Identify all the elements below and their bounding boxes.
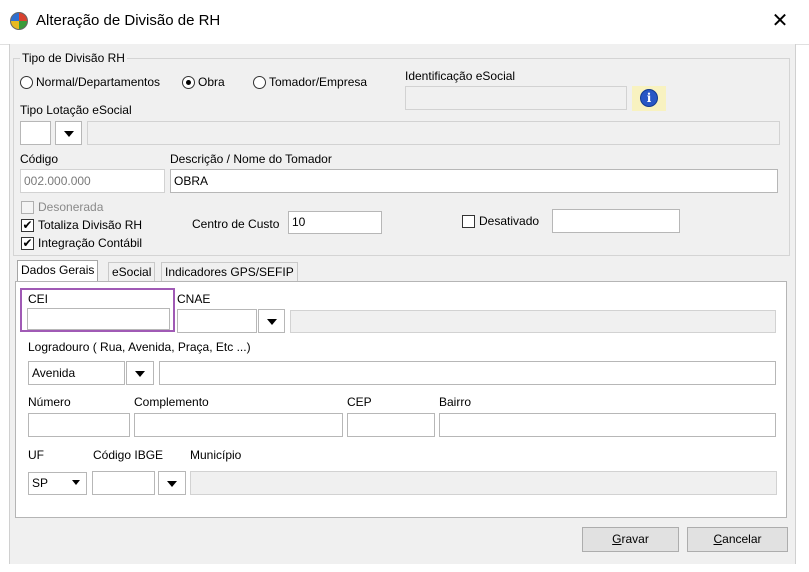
centro-custo-field[interactable]: 10: [288, 211, 382, 234]
info-icon: i: [640, 89, 658, 107]
radio-normal[interactable]: [20, 76, 33, 89]
cnae-description: [290, 310, 776, 333]
app-icon: [10, 12, 28, 30]
identificacao-field: [405, 86, 627, 110]
integracao-label[interactable]: Integração Contábil: [38, 236, 142, 250]
cnae-select[interactable]: [177, 309, 257, 333]
desativado-checkbox[interactable]: [462, 215, 475, 228]
ibge-label: Código IBGE: [93, 448, 164, 462]
municipio-field: [190, 471, 777, 495]
info-button[interactable]: i: [632, 86, 666, 111]
title-bar: Alteração de Divisão de RH ✕: [0, 0, 809, 45]
radio-obra[interactable]: [182, 76, 195, 89]
uf-label: UF: [28, 448, 44, 462]
integracao-checkbox[interactable]: ✔: [21, 237, 34, 250]
numero-label: Número: [28, 395, 71, 409]
municipio-label: Município: [190, 448, 242, 462]
cancelar-label: Cancelar: [713, 532, 762, 546]
bairro-label: Bairro: [439, 395, 472, 409]
logradouro-field[interactable]: [159, 361, 776, 385]
tipo-divisao-label: Tipo de Divisão RH: [20, 51, 127, 65]
uf-chevron-down-icon[interactable]: [72, 480, 80, 485]
tipo-lotacao-dropdown-button[interactable]: [55, 121, 82, 145]
close-icon[interactable]: ✕: [768, 8, 792, 32]
ibge-dropdown-button[interactable]: [158, 471, 186, 495]
centro-custo-label: Centro de Custo: [192, 217, 280, 231]
tab-dados-gerais[interactable]: Dados Gerais: [17, 260, 99, 282]
desativado-field[interactable]: [552, 209, 680, 233]
codigo-field: 002.000.000: [20, 169, 165, 193]
codigo-label: Código: [20, 152, 59, 166]
desonerada-checkbox: [21, 201, 34, 214]
ibge-field[interactable]: [92, 471, 155, 495]
logradouro-dropdown-button[interactable]: [126, 361, 154, 385]
descricao-field[interactable]: OBRA: [170, 169, 778, 193]
cancelar-button[interactable]: Cancelar: [687, 527, 788, 552]
radio-normal-label[interactable]: Normal/Departamentos: [36, 75, 160, 89]
cep-field[interactable]: [347, 413, 435, 437]
gravar-label: Gravar: [612, 532, 649, 546]
totaliza-label[interactable]: Totaliza Divisão RH: [38, 218, 142, 232]
descricao-label: Descrição / Nome do Tomador: [170, 152, 332, 166]
cei-field[interactable]: [27, 308, 170, 330]
bairro-field[interactable]: [439, 413, 776, 437]
logradouro-tipo-select[interactable]: Avenida: [28, 361, 125, 385]
cep-label: CEP: [347, 395, 372, 409]
tab-indicadores[interactable]: Indicadores GPS/SEFIP: [161, 262, 298, 282]
numero-field[interactable]: [28, 413, 130, 437]
tipo-lotacao-select[interactable]: [20, 121, 51, 145]
tipo-lotacao-description: [87, 121, 780, 145]
radio-obra-label[interactable]: Obra: [198, 75, 225, 89]
gravar-button[interactable]: Gravar: [582, 527, 679, 552]
complemento-label: Complemento: [134, 395, 209, 409]
identificacao-label: Identificação eSocial: [405, 69, 516, 83]
totaliza-checkbox[interactable]: ✔: [21, 219, 34, 232]
radio-tomador-label[interactable]: Tomador/Empresa: [269, 75, 367, 89]
cei-label: CEI: [28, 292, 49, 306]
tab-esocial[interactable]: eSocial: [108, 262, 156, 282]
cnae-dropdown-button[interactable]: [258, 309, 285, 333]
radio-tomador[interactable]: [253, 76, 266, 89]
cnae-label: CNAE: [177, 292, 211, 306]
desonerada-label: Desonerada: [38, 200, 104, 214]
complemento-field[interactable]: [134, 413, 343, 437]
tipo-lotacao-label: Tipo Lotação eSocial: [20, 103, 132, 117]
logradouro-label: Logradouro ( Rua, Avenida, Praça, Etc ..…: [28, 340, 251, 354]
desativado-label[interactable]: Desativado: [479, 214, 539, 228]
window-title: Alteração de Divisão de RH: [36, 12, 221, 29]
